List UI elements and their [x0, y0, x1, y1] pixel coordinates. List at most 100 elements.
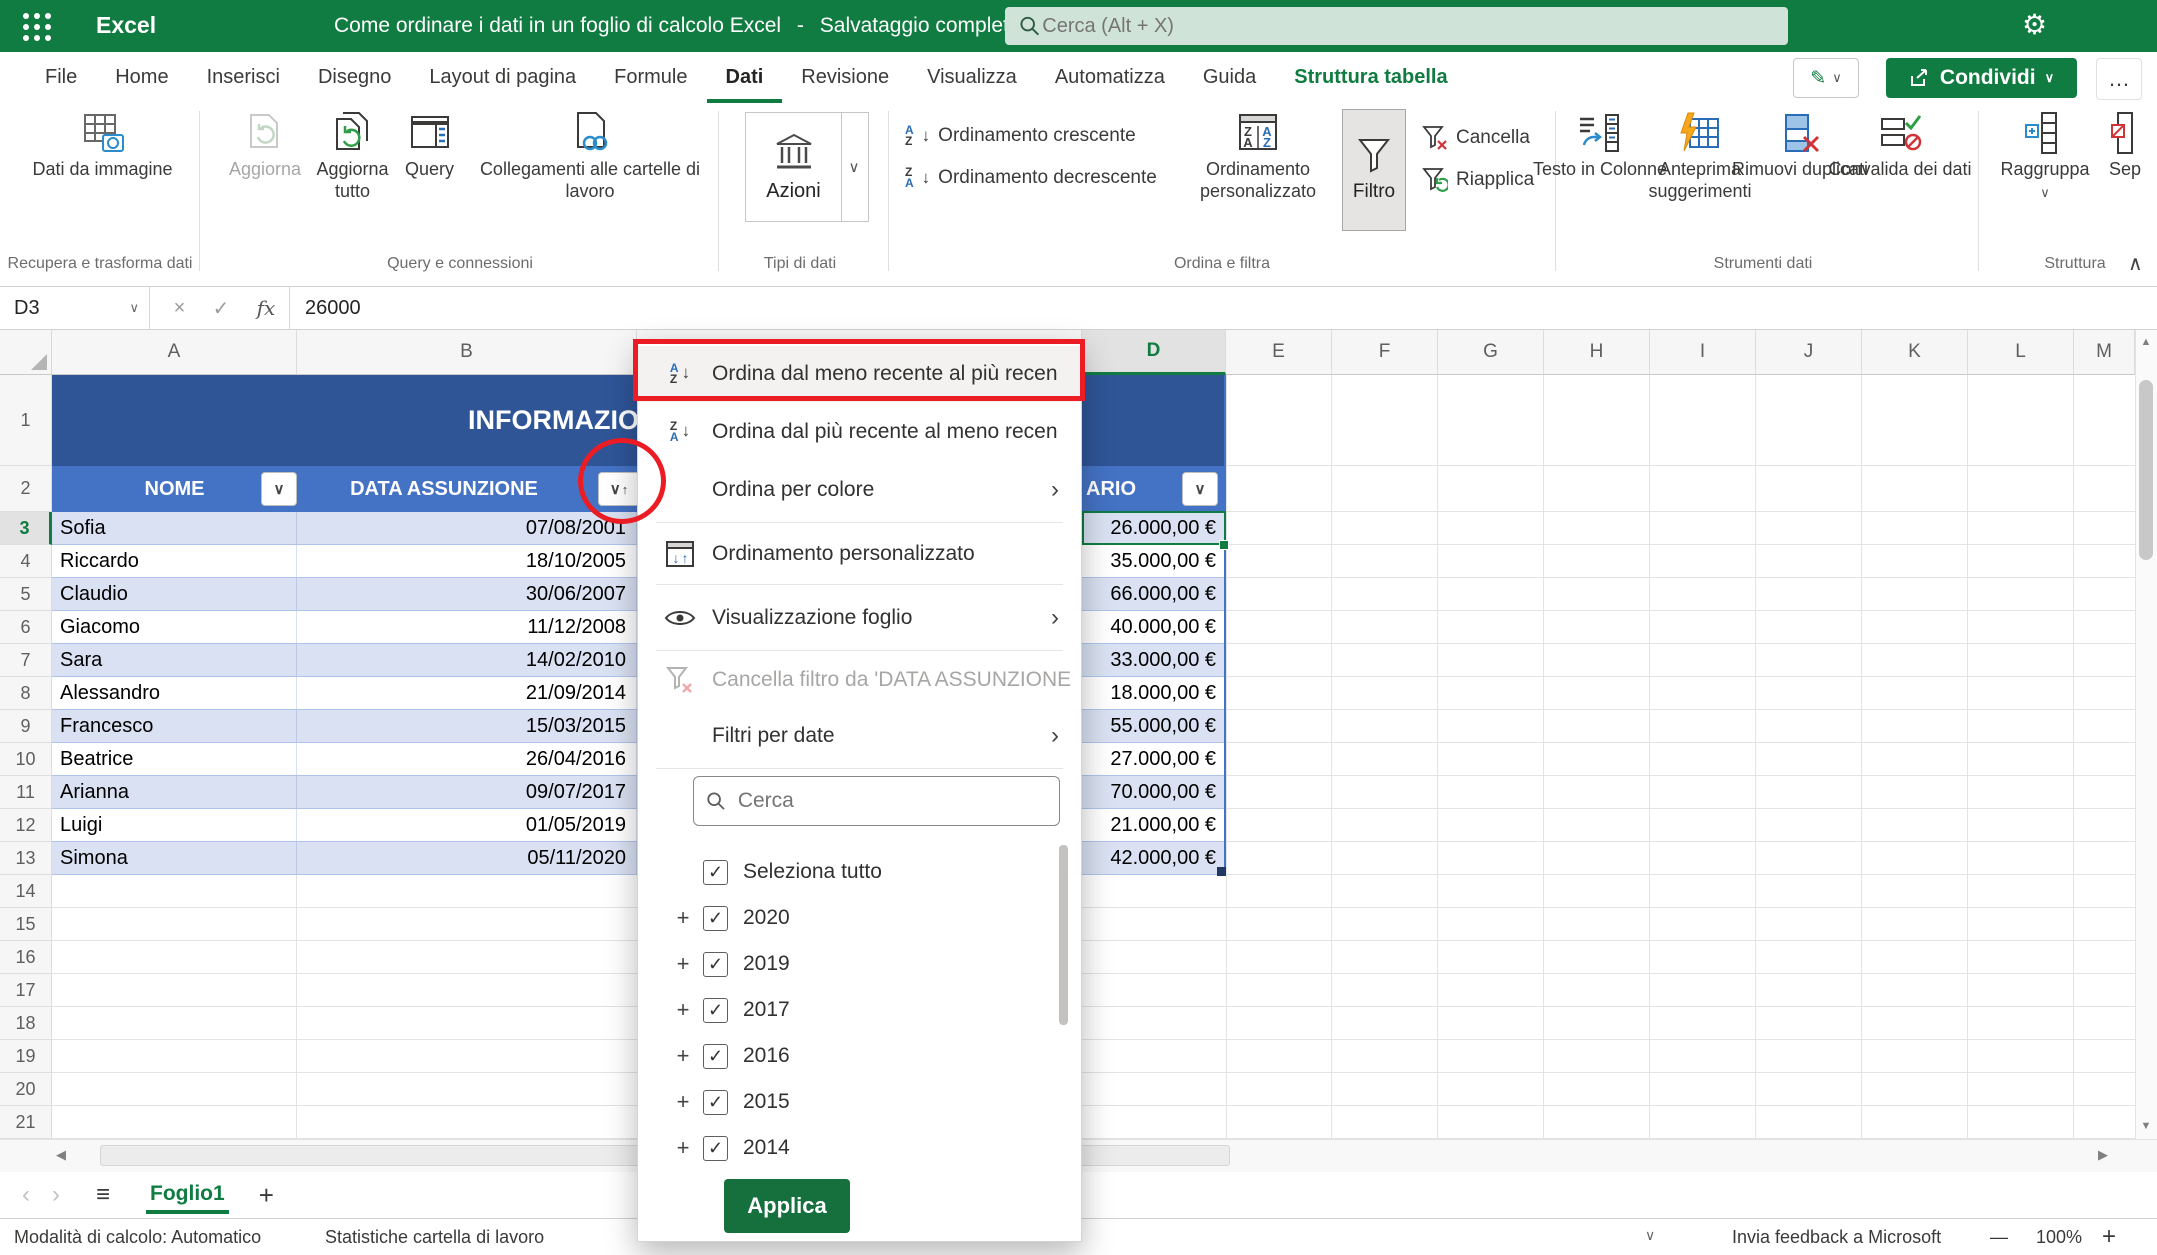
row-header-5[interactable]: 5	[0, 578, 52, 611]
cell-salary[interactable]: 40.000,00 €	[1082, 611, 1226, 643]
more-options-button[interactable]: …	[2096, 58, 2142, 100]
workbook-links-button[interactable]: Collegamenti alle cartelle di lavoro	[465, 111, 715, 202]
column-header-e[interactable]: E	[1226, 330, 1332, 375]
filter-option-year[interactable]: + ✓ 2017	[638, 988, 1058, 1032]
search-input[interactable]	[1040, 14, 1774, 39]
scroll-right-icon[interactable]: ▶	[2098, 1147, 2108, 1163]
tab-inserisci[interactable]: Inserisci	[188, 52, 299, 103]
actions-dropdown[interactable]: ∨	[840, 112, 869, 222]
filter-option-year[interactable]: + ✓ 2015	[638, 1080, 1058, 1124]
cell-salary[interactable]: 35.000,00 €	[1082, 545, 1226, 577]
row-header-19[interactable]: 19	[0, 1040, 52, 1073]
row-header-11[interactable]: 11	[0, 776, 52, 809]
row-header-14[interactable]: 14	[0, 875, 52, 908]
row-header-7[interactable]: 7	[0, 644, 52, 677]
calc-mode-status[interactable]: Modalità di calcolo: Automatico	[14, 1227, 261, 1248]
chevron-down-icon[interactable]: ∨	[1645, 1227, 1655, 1244]
expand-icon[interactable]: +	[671, 1089, 695, 1115]
row-header-4[interactable]: 4	[0, 545, 52, 578]
workbook-stats-button[interactable]: Statistiche cartella di lavoro	[325, 1227, 544, 1248]
tab-file[interactable]: File	[26, 52, 96, 103]
cell-salary[interactable]: 18.000,00 €	[1082, 677, 1226, 709]
row-header-18[interactable]: 18	[0, 1007, 52, 1040]
column-header-j[interactable]: J	[1756, 330, 1862, 375]
zoom-in-icon[interactable]: +	[2102, 1223, 2116, 1251]
expand-icon[interactable]: +	[671, 951, 695, 977]
cell-name[interactable]: Simona	[52, 842, 297, 874]
checkbox-checked[interactable]: ✓	[703, 1090, 728, 1115]
cell-date[interactable]: 05/11/2020	[297, 842, 637, 874]
cell-date[interactable]: 30/06/2007	[297, 578, 637, 610]
checkbox-checked[interactable]: ✓	[703, 1044, 728, 1069]
column-header-b[interactable]: B	[297, 330, 637, 375]
column-header-l[interactable]: L	[1968, 330, 2074, 375]
cell-date[interactable]: 01/05/2019	[297, 809, 637, 841]
ungroup-rows-button[interactable]: Sep	[2085, 111, 2157, 181]
row-header-21[interactable]: 21	[0, 1106, 52, 1139]
refresh-all-button[interactable]: Aggiorna tutto	[305, 111, 400, 202]
filter-option-year[interactable]: + ✓ 2019	[638, 942, 1058, 986]
row-header-12[interactable]: 12	[0, 809, 52, 842]
row-header-2[interactable]: 2	[0, 466, 52, 512]
apply-button[interactable]: Applica	[724, 1179, 850, 1233]
query-button[interactable]: Query	[392, 111, 467, 181]
menu-item-sort-by-color[interactable]: Ordina per colore ›	[638, 462, 1081, 518]
row-header-13[interactable]: 13	[0, 842, 52, 875]
cell-date[interactable]: 18/10/2005	[297, 545, 637, 577]
add-sheet-icon[interactable]: +	[259, 1180, 274, 1211]
reapply-filter-button[interactable]: Riapplica	[1422, 167, 1534, 193]
cell-salary[interactable]: 66.000,00 €	[1082, 578, 1226, 610]
zoom-out-icon[interactable]: —	[1990, 1227, 2008, 1248]
editing-mode-button[interactable]: ✎ ∨	[1793, 58, 1859, 98]
previous-sheet-icon[interactable]: ‹	[22, 1181, 30, 1209]
vertical-scrollbar-thumb[interactable]	[2139, 380, 2153, 560]
column-header-h[interactable]: H	[1544, 330, 1650, 375]
cell-name[interactable]: Sara	[52, 644, 297, 676]
row-header-8[interactable]: 8	[0, 677, 52, 710]
cell-name[interactable]: Alessandro	[52, 677, 297, 709]
gear-icon[interactable]: ⚙	[2022, 8, 2047, 41]
filter-option-select-all[interactable]: ✓ Seleziona tutto	[638, 850, 1058, 894]
document-title[interactable]: Come ordinare i dati in un foglio di cal…	[334, 14, 1065, 38]
tab-layout[interactable]: Layout di pagina	[410, 52, 595, 103]
column-header-k[interactable]: K	[1862, 330, 1968, 375]
cancel-entry-icon[interactable]: ×	[174, 297, 186, 320]
cell-date[interactable]: 26/04/2016	[297, 743, 637, 775]
checkbox-checked[interactable]: ✓	[703, 860, 728, 885]
cell-salary[interactable]: 70.000,00 €	[1082, 776, 1226, 808]
menu-item-sort-newest[interactable]: ZA↓ Ordina dal più recente al meno recen	[638, 404, 1081, 460]
tab-disegno[interactable]: Disegno	[299, 52, 410, 103]
row-header-3[interactable]: 3	[0, 512, 52, 545]
filter-button[interactable]: Filtro	[1342, 109, 1406, 231]
data-from-picture-button[interactable]: Dati da immagine	[20, 111, 185, 181]
cell-date[interactable]: 14/02/2010	[297, 644, 637, 676]
cell-date[interactable]: 21/09/2014	[297, 677, 637, 709]
expand-icon[interactable]: +	[671, 1135, 695, 1161]
row-header-10[interactable]: 10	[0, 743, 52, 776]
filter-option-year[interactable]: + ✓ 2014	[638, 1126, 1058, 1170]
data-validation-button[interactable]: Convalida dei dati	[1825, 111, 1975, 181]
column-header-a[interactable]: A	[52, 330, 297, 375]
cell-name[interactable]: Arianna	[52, 776, 297, 808]
cell-name[interactable]: Beatrice	[52, 743, 297, 775]
tab-revisione[interactable]: Revisione	[782, 52, 908, 103]
menu-list-scrollbar-thumb[interactable]	[1059, 845, 1068, 1025]
tab-dati[interactable]: Dati	[707, 52, 783, 103]
all-sheets-icon[interactable]: ≡	[96, 1181, 110, 1209]
confirm-entry-icon[interactable]: ✓	[213, 296, 230, 321]
filter-search-box[interactable]	[693, 776, 1060, 826]
row-header-1[interactable]: 1	[0, 375, 52, 466]
cell-date[interactable]: 07/08/2001	[297, 512, 637, 544]
filter-dropdown-nome[interactable]: ∨	[261, 472, 297, 506]
checkbox-checked[interactable]: ✓	[703, 906, 728, 931]
cell-name[interactable]: Riccardo	[52, 545, 297, 577]
fill-handle[interactable]	[1219, 540, 1229, 550]
table-resize-handle[interactable]	[1217, 867, 1226, 876]
group-rows-button[interactable]: Raggruppa ∨	[1990, 111, 2100, 200]
tab-guida[interactable]: Guida	[1184, 52, 1275, 103]
refresh-button[interactable]: Aggiorna	[220, 111, 310, 181]
row-header-17[interactable]: 17	[0, 974, 52, 1007]
checkbox-checked[interactable]: ✓	[703, 952, 728, 977]
column-header-i[interactable]: I	[1650, 330, 1756, 375]
filter-search-input[interactable]	[736, 788, 1047, 814]
